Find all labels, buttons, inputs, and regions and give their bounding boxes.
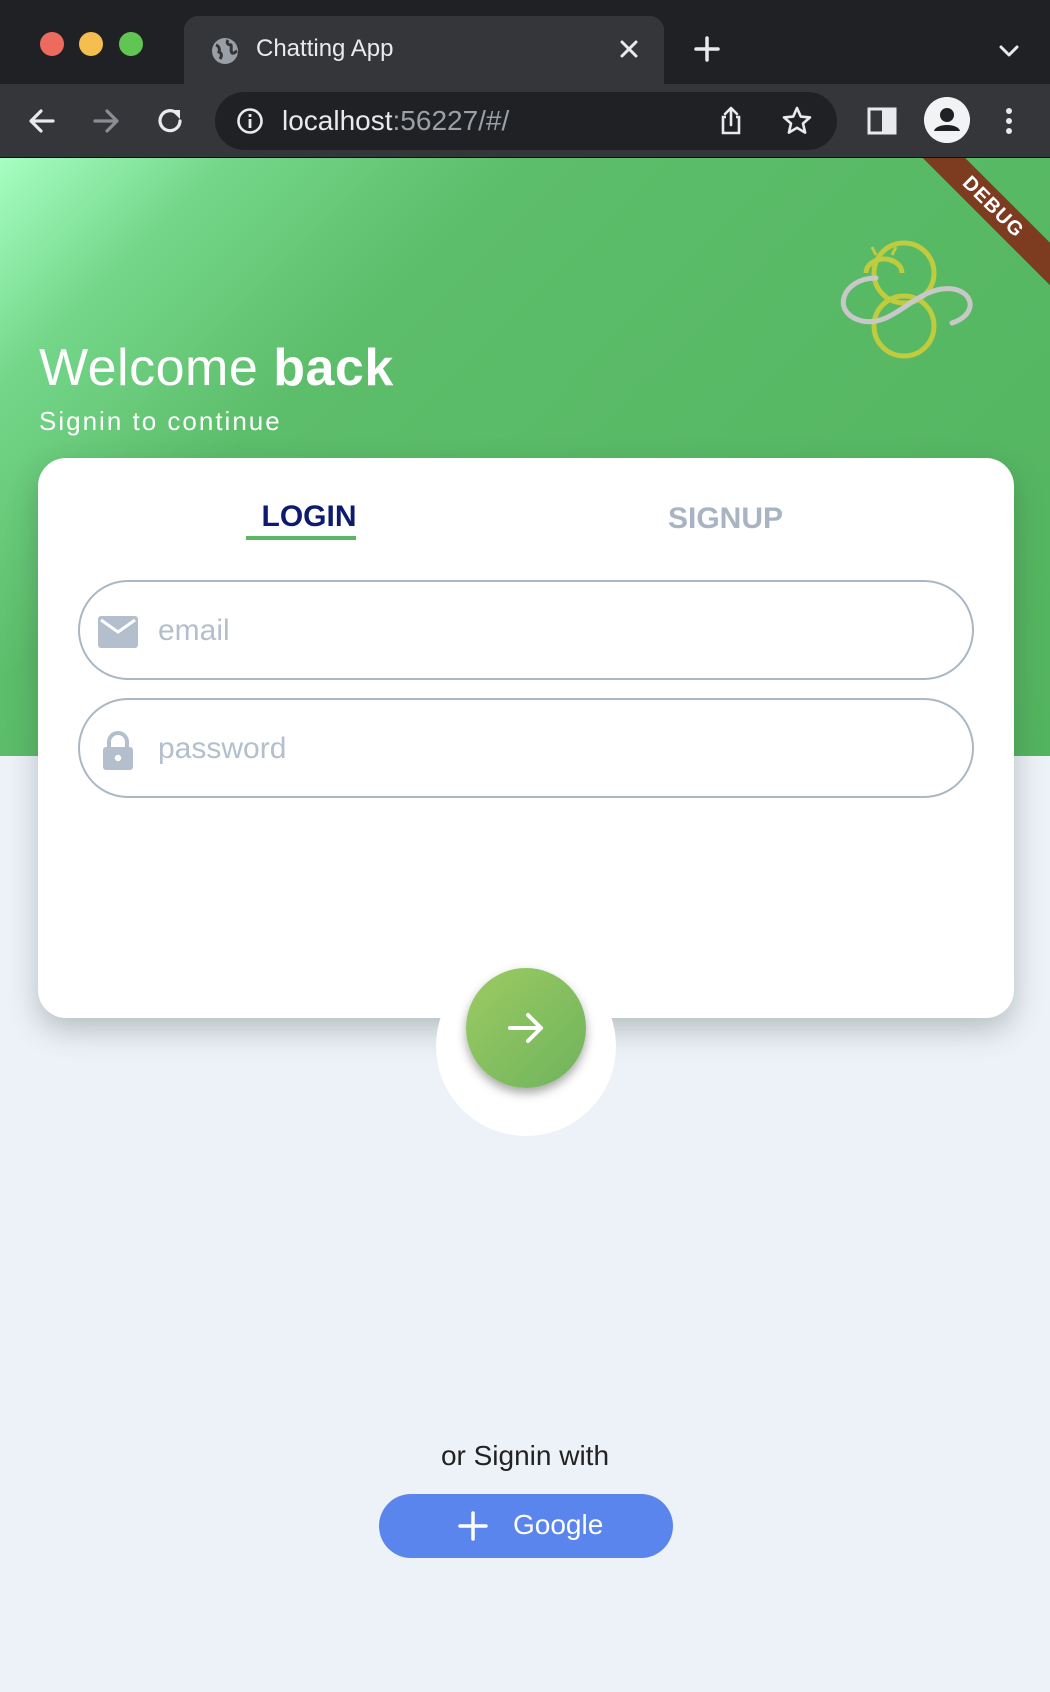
close-icon[interactable] — [612, 32, 646, 66]
browser-tab[interactable]: Chatting App — [184, 16, 664, 84]
tab-login[interactable]: LOGIN — [254, 500, 364, 534]
browser-toolbar: localhost:56227/#/ — [0, 84, 1050, 158]
more-vert-icon[interactable] — [990, 102, 1028, 140]
plus-icon — [458, 1511, 488, 1541]
tab-strip: Chatting App — [0, 0, 1050, 84]
star-icon[interactable] — [780, 104, 814, 138]
reload-icon[interactable] — [151, 102, 189, 140]
plus-icon[interactable] — [690, 32, 724, 66]
lock-icon — [103, 731, 133, 770]
password-input[interactable] — [158, 726, 938, 772]
email-input[interactable] — [158, 608, 938, 654]
forward-icon[interactable] — [87, 102, 125, 140]
url-text: localhost:56227/#/ — [282, 105, 509, 137]
share-icon[interactable] — [715, 105, 747, 137]
arrow-right-icon — [508, 1013, 543, 1043]
page-title: Welcome back — [39, 338, 394, 398]
tab-title: Chatting App — [256, 35, 394, 62]
url-path: :56227/#/ — [392, 105, 510, 136]
window-minimize-button[interactable] — [79, 32, 103, 56]
app-logo-icon — [840, 240, 973, 359]
window-zoom-button[interactable] — [119, 32, 143, 56]
title-prefix: Welcome — [39, 339, 274, 397]
globe-icon — [212, 38, 238, 64]
profile-icon — [924, 97, 970, 143]
window-close-button[interactable] — [40, 32, 64, 56]
url-host: localhost — [282, 105, 393, 136]
chevron-down-icon[interactable] — [992, 34, 1026, 68]
app-viewport: DEBUG Welcome back Signin to continue LO… — [0, 158, 1050, 1692]
auth-card: LOGIN SIGNUP — [38, 458, 1014, 1018]
profile-avatar[interactable] — [924, 97, 970, 143]
sidebar-icon[interactable] — [863, 102, 901, 140]
mail-icon — [98, 616, 138, 648]
address-bar[interactable]: localhost:56227/#/ — [215, 92, 837, 150]
title-bold: back — [273, 339, 394, 397]
back-icon[interactable] — [23, 102, 61, 140]
page-subtitle: Signin to continue — [39, 406, 282, 436]
alt-signin-label: or Signin with — [440, 1440, 610, 1471]
google-signin-button[interactable]: Google — [379, 1494, 673, 1558]
password-field[interactable] — [78, 698, 974, 798]
tab-signup[interactable]: SIGNUP — [668, 502, 783, 536]
email-field[interactable] — [78, 580, 974, 680]
active-tab-indicator — [246, 536, 356, 540]
submit-button[interactable] — [466, 968, 586, 1088]
info-icon[interactable] — [235, 106, 265, 136]
google-button-label: Google — [513, 1509, 604, 1540]
browser-chrome: Chatting App localhost:56227/#/ — [0, 0, 1050, 158]
